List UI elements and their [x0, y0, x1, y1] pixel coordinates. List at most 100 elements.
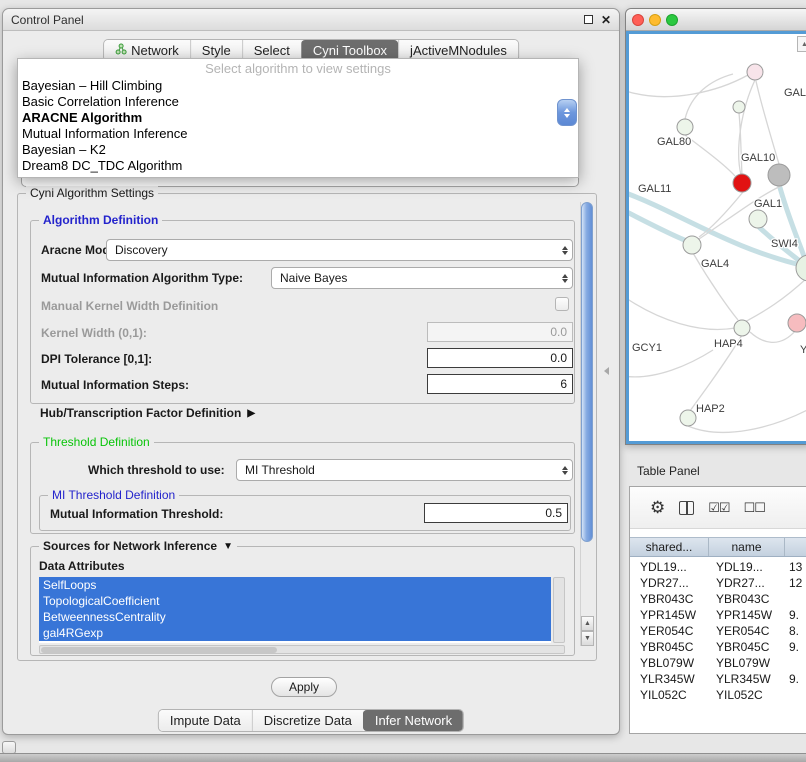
- table-row[interactable]: YBR045CYBR045C9.: [630, 639, 806, 655]
- network-node[interactable]: [734, 320, 750, 336]
- scroll-up-icon[interactable]: ▲: [581, 616, 594, 631]
- network-edge[interactable]: [629, 296, 735, 329]
- network-node[interactable]: [733, 174, 751, 192]
- table-row[interactable]: YDR27...YDR27...12: [630, 575, 806, 591]
- popup-item-dream8-dc-tdc-algorithm[interactable]: Dream8 DC_TDC Algorithm: [18, 158, 578, 174]
- columns-icon[interactable]: [679, 501, 694, 515]
- table-cell: YER054C: [630, 623, 709, 639]
- expanded-arrow-icon: ▼: [223, 541, 233, 552]
- table-column-header[interactable]: name: [709, 538, 785, 556]
- tab-impute-data[interactable]: Impute Data: [159, 710, 252, 731]
- popup-item-bayesian-k2[interactable]: Bayesian – K2: [18, 142, 578, 158]
- close-traffic-light-icon[interactable]: [632, 14, 644, 26]
- tab-label: Style: [202, 43, 231, 58]
- table-cell: YDL19...: [630, 559, 709, 575]
- network-edge[interactable]: [629, 350, 713, 377]
- mi-threshold-group-title: MI Threshold Definition: [48, 488, 179, 502]
- network-canvas[interactable]: GAL7GAL80GAL10GAL11GAL1SWI4GAL4GCY1HAP4Y…: [626, 31, 806, 444]
- node-label: GAL11: [638, 183, 671, 195]
- popup-placeholder: Select algorithm to view settings: [18, 60, 578, 78]
- table-cell: YPR145W: [709, 607, 785, 623]
- table-cell: YPR145W: [630, 607, 709, 623]
- combo-stepper-button[interactable]: [557, 99, 577, 126]
- splitter-handle[interactable]: [604, 367, 609, 375]
- data-attributes-list: SelfLoopsTopologicalCoefficientBetweenne…: [39, 577, 551, 643]
- network-edge[interactable]: [685, 135, 735, 176]
- zoom-traffic-light-icon[interactable]: [666, 14, 678, 26]
- mi-type-dropdown[interactable]: Naive Bayes: [271, 267, 573, 289]
- tab-infer-network[interactable]: Infer Network: [363, 710, 463, 731]
- apply-button[interactable]: Apply: [271, 677, 337, 697]
- network-node[interactable]: [677, 119, 693, 135]
- collapsed-arrow-icon: ▶: [247, 408, 255, 419]
- minimize-traffic-light-icon[interactable]: [649, 14, 661, 26]
- node-label: SWI4: [771, 238, 798, 250]
- table-row[interactable]: YIL052CYIL052C: [630, 687, 806, 703]
- algorithm-definition-title: Algorithm Definition: [39, 213, 162, 227]
- node-label: GAL7: [784, 87, 806, 99]
- hub-tf-disclosure[interactable]: Hub/Transcription Factor Definition ▶: [40, 406, 255, 420]
- popup-item-basic-correlation-inference[interactable]: Basic Correlation Inference: [18, 94, 578, 110]
- window-title: Control Panel: [11, 13, 84, 27]
- gear-icon[interactable]: ⚙: [650, 498, 665, 518]
- deselect-all-icon[interactable]: ☐☐: [744, 500, 765, 516]
- kernel-width-label: Kernel Width (0,1):: [41, 326, 147, 340]
- network-window-titlebar[interactable]: [626, 9, 806, 31]
- attribute-item-betweennesscentrality[interactable]: BetweennessCentrality: [39, 609, 551, 625]
- aracne-mode-dropdown[interactable]: Discovery: [106, 239, 573, 261]
- settings-scrollbar[interactable]: ▲ ▼: [580, 202, 593, 646]
- table-row[interactable]: YBL079WYBL079W: [630, 655, 806, 671]
- attribute-item-selfloops[interactable]: SelfLoops: [39, 577, 551, 593]
- which-threshold-label: Which threshold to use:: [88, 463, 225, 477]
- attributes-vertical-scrollbar[interactable]: [553, 577, 565, 643]
- manual-kernel-checkbox[interactable]: [555, 297, 569, 311]
- network-edge[interactable]: [685, 74, 733, 119]
- table-cell: YDR27...: [709, 575, 785, 591]
- mi-type-label: Mutual Information Algorithm Type:: [41, 271, 243, 285]
- network-icon: [115, 43, 127, 58]
- table-column-header[interactable]: [785, 538, 806, 556]
- network-node[interactable]: [768, 164, 790, 186]
- scrollbar-thumb[interactable]: [581, 202, 593, 542]
- network-node[interactable]: [683, 236, 701, 254]
- table-row[interactable]: YBR043CYBR043C: [630, 591, 806, 607]
- network-node[interactable]: [747, 64, 763, 80]
- bottom-window-edge: [0, 753, 806, 762]
- attributes-horizontal-scrollbar[interactable]: [39, 645, 565, 654]
- table-cell: YDL19...: [709, 559, 785, 575]
- close-icon[interactable]: ✕: [601, 15, 611, 25]
- scroll-down-icon[interactable]: ▼: [581, 631, 594, 646]
- network-node[interactable]: [749, 210, 767, 228]
- network-scroll-up-icon[interactable]: ▲: [797, 36, 806, 52]
- table-cell: YBR045C: [630, 639, 709, 655]
- popup-item-bayesian-hill-climbing[interactable]: Bayesian – Hill Climbing: [18, 78, 578, 94]
- attribute-item-topologicalcoefficient[interactable]: TopologicalCoefficient: [39, 593, 551, 609]
- sources-title-row[interactable]: Sources for Network Inference ▼: [39, 539, 237, 553]
- attribute-item-gal4rgexp[interactable]: gal4RGexp: [39, 625, 551, 641]
- tab-discretize-data[interactable]: Discretize Data: [252, 710, 363, 731]
- kernel-width-field[interactable]: 0.0: [427, 322, 573, 342]
- table-column-header[interactable]: shared...: [630, 538, 709, 556]
- table-row[interactable]: YER054CYER054C8.: [630, 623, 806, 639]
- network-node[interactable]: [680, 410, 696, 426]
- select-all-icon[interactable]: ☑☑: [708, 500, 729, 516]
- control-panel-titlebar[interactable]: Control Panel ✕: [3, 9, 619, 31]
- mi-steps-field[interactable]: 6: [427, 374, 573, 394]
- popup-item-mutual-information-inference[interactable]: Mutual Information Inference: [18, 126, 578, 142]
- table-cell: YBR043C: [630, 591, 709, 607]
- table-row[interactable]: YPR145WYPR145W9.: [630, 607, 806, 623]
- network-node[interactable]: [788, 314, 806, 332]
- popup-item-aracne-algorithm[interactable]: ARACNE Algorithm: [18, 110, 578, 126]
- which-threshold-dropdown[interactable]: MI Threshold: [236, 459, 573, 481]
- table-row[interactable]: YLR345WYLR345W9.: [630, 671, 806, 687]
- mi-threshold-field[interactable]: 0.5: [424, 503, 568, 523]
- network-edge[interactable]: [699, 186, 781, 239]
- dpi-tolerance-field[interactable]: 0.0: [427, 348, 573, 368]
- network-node[interactable]: [733, 101, 745, 113]
- network-edge[interactable]: [629, 75, 748, 97]
- sources-title: Sources for Network Inference: [43, 539, 217, 553]
- network-edge[interactable]: [750, 330, 796, 342]
- float-window-icon[interactable]: [584, 15, 593, 24]
- sources-group: Sources for Network Inference ▼ Data Att…: [30, 546, 575, 656]
- table-row[interactable]: YDL19...YDL19...13: [630, 559, 806, 575]
